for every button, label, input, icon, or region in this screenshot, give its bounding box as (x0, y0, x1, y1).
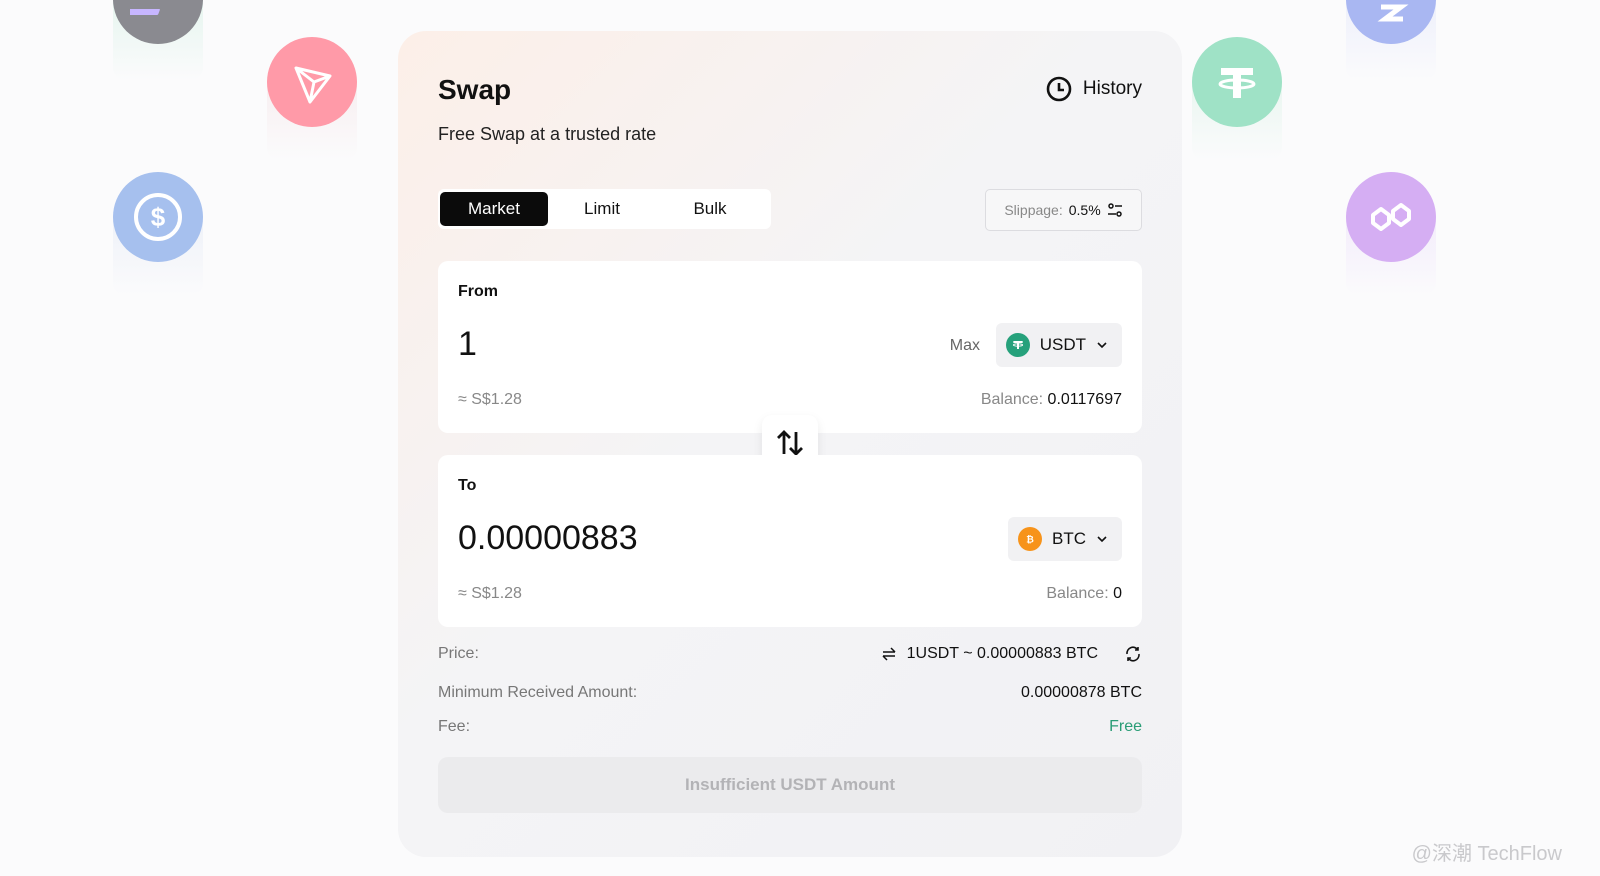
from-panel: From 1 Max USDT ≈ S$1.28 Balance: 0.0117… (438, 261, 1142, 433)
history-button[interactable]: History (1045, 75, 1142, 103)
page-subtitle: Free Swap at a trusted rate (438, 124, 657, 144)
price-value-group: 1USDT ~ 0.00000883 BTC (881, 645, 1142, 663)
price-value: 1USDT ~ 0.00000883 BTC (906, 645, 1098, 662)
from-fiat-value: ≈ S$1.28 (458, 391, 522, 408)
submit-swap-button[interactable]: Insufficient USDT Amount (438, 757, 1142, 813)
max-button[interactable]: Max (950, 337, 980, 355)
to-balance: Balance: 0 (1046, 585, 1122, 603)
btc-token-icon: ₿ (1018, 527, 1042, 551)
slippage-label: Slippage: (1004, 202, 1063, 218)
order-type-tabs: Market Limit Bulk (438, 189, 771, 229)
min-received-value: 0.00000878 BTC (1021, 684, 1142, 701)
watermark: @深潮 TechFlow (1412, 837, 1562, 866)
tab-bulk[interactable]: Bulk (656, 192, 764, 226)
from-label: From (458, 283, 498, 300)
balance-value: 0 (1113, 585, 1122, 602)
tether-coin-icon (1192, 37, 1282, 127)
swap-card: Swap Free Swap at a trusted rate History… (398, 31, 1182, 857)
watermark-text: @深潮 TechFlow (1411, 843, 1562, 865)
settings-sliders-icon (1107, 203, 1122, 217)
tab-market[interactable]: Market (440, 192, 548, 226)
chevron-down-icon (1097, 536, 1107, 543)
clock-icon (1046, 76, 1072, 102)
fee-value: Free (1109, 718, 1142, 735)
balance-value: 0.0117697 (1047, 391, 1122, 408)
svg-text:$: $ (151, 202, 166, 232)
to-fiat-value: ≈ S$1.28 (458, 585, 522, 602)
refresh-icon[interactable] (1124, 645, 1142, 663)
min-received-row: Minimum Received Amount: 0.00000878 BTC (438, 684, 1142, 702)
fee-row: Fee: Free (438, 718, 1142, 736)
chevron-down-icon (1097, 342, 1107, 349)
price-row: Price: 1USDT ~ 0.00000883 BTC (438, 645, 1142, 663)
to-token-selector[interactable]: ₿ BTC (1008, 517, 1122, 561)
usdt-token-icon (1005, 333, 1030, 357)
from-amount-input[interactable]: 1 (458, 325, 477, 364)
history-label: History (1082, 78, 1142, 99)
swap-page: $ Swap Free Swap at a trusted rate Histo… (0, 0, 1600, 876)
page-title: Swap (438, 74, 512, 105)
tron-coin-icon (267, 37, 357, 127)
tab-limit[interactable]: Limit (548, 192, 656, 226)
balance-label: Balance: (980, 391, 1044, 408)
from-balance: Balance: 0.0117697 (981, 391, 1122, 409)
from-token-label: USDT (1039, 335, 1086, 354)
to-label: To (458, 477, 477, 494)
slippage-value: 0.5% (1068, 202, 1101, 218)
to-panel: To 0.00000883 ₿ BTC ≈ S$1.28 Balance: 0 (438, 455, 1142, 627)
usdc-coin-icon: $ (113, 172, 203, 262)
polygon-coin-icon (1346, 172, 1436, 262)
exchange-icon (882, 647, 896, 661)
price-label: Price: (438, 645, 479, 662)
to-token-label: BTC (1052, 529, 1086, 548)
svg-text:₿: ₿ (1026, 534, 1034, 544)
min-received-label: Minimum Received Amount: (438, 684, 638, 701)
from-token-selector[interactable]: USDT (995, 323, 1122, 367)
fee-label: Fee: (438, 718, 471, 735)
balance-label: Balance: (1046, 585, 1109, 602)
slippage-button[interactable]: Slippage: 0.5% (985, 189, 1142, 231)
to-amount-output: 0.00000883 (458, 519, 638, 557)
